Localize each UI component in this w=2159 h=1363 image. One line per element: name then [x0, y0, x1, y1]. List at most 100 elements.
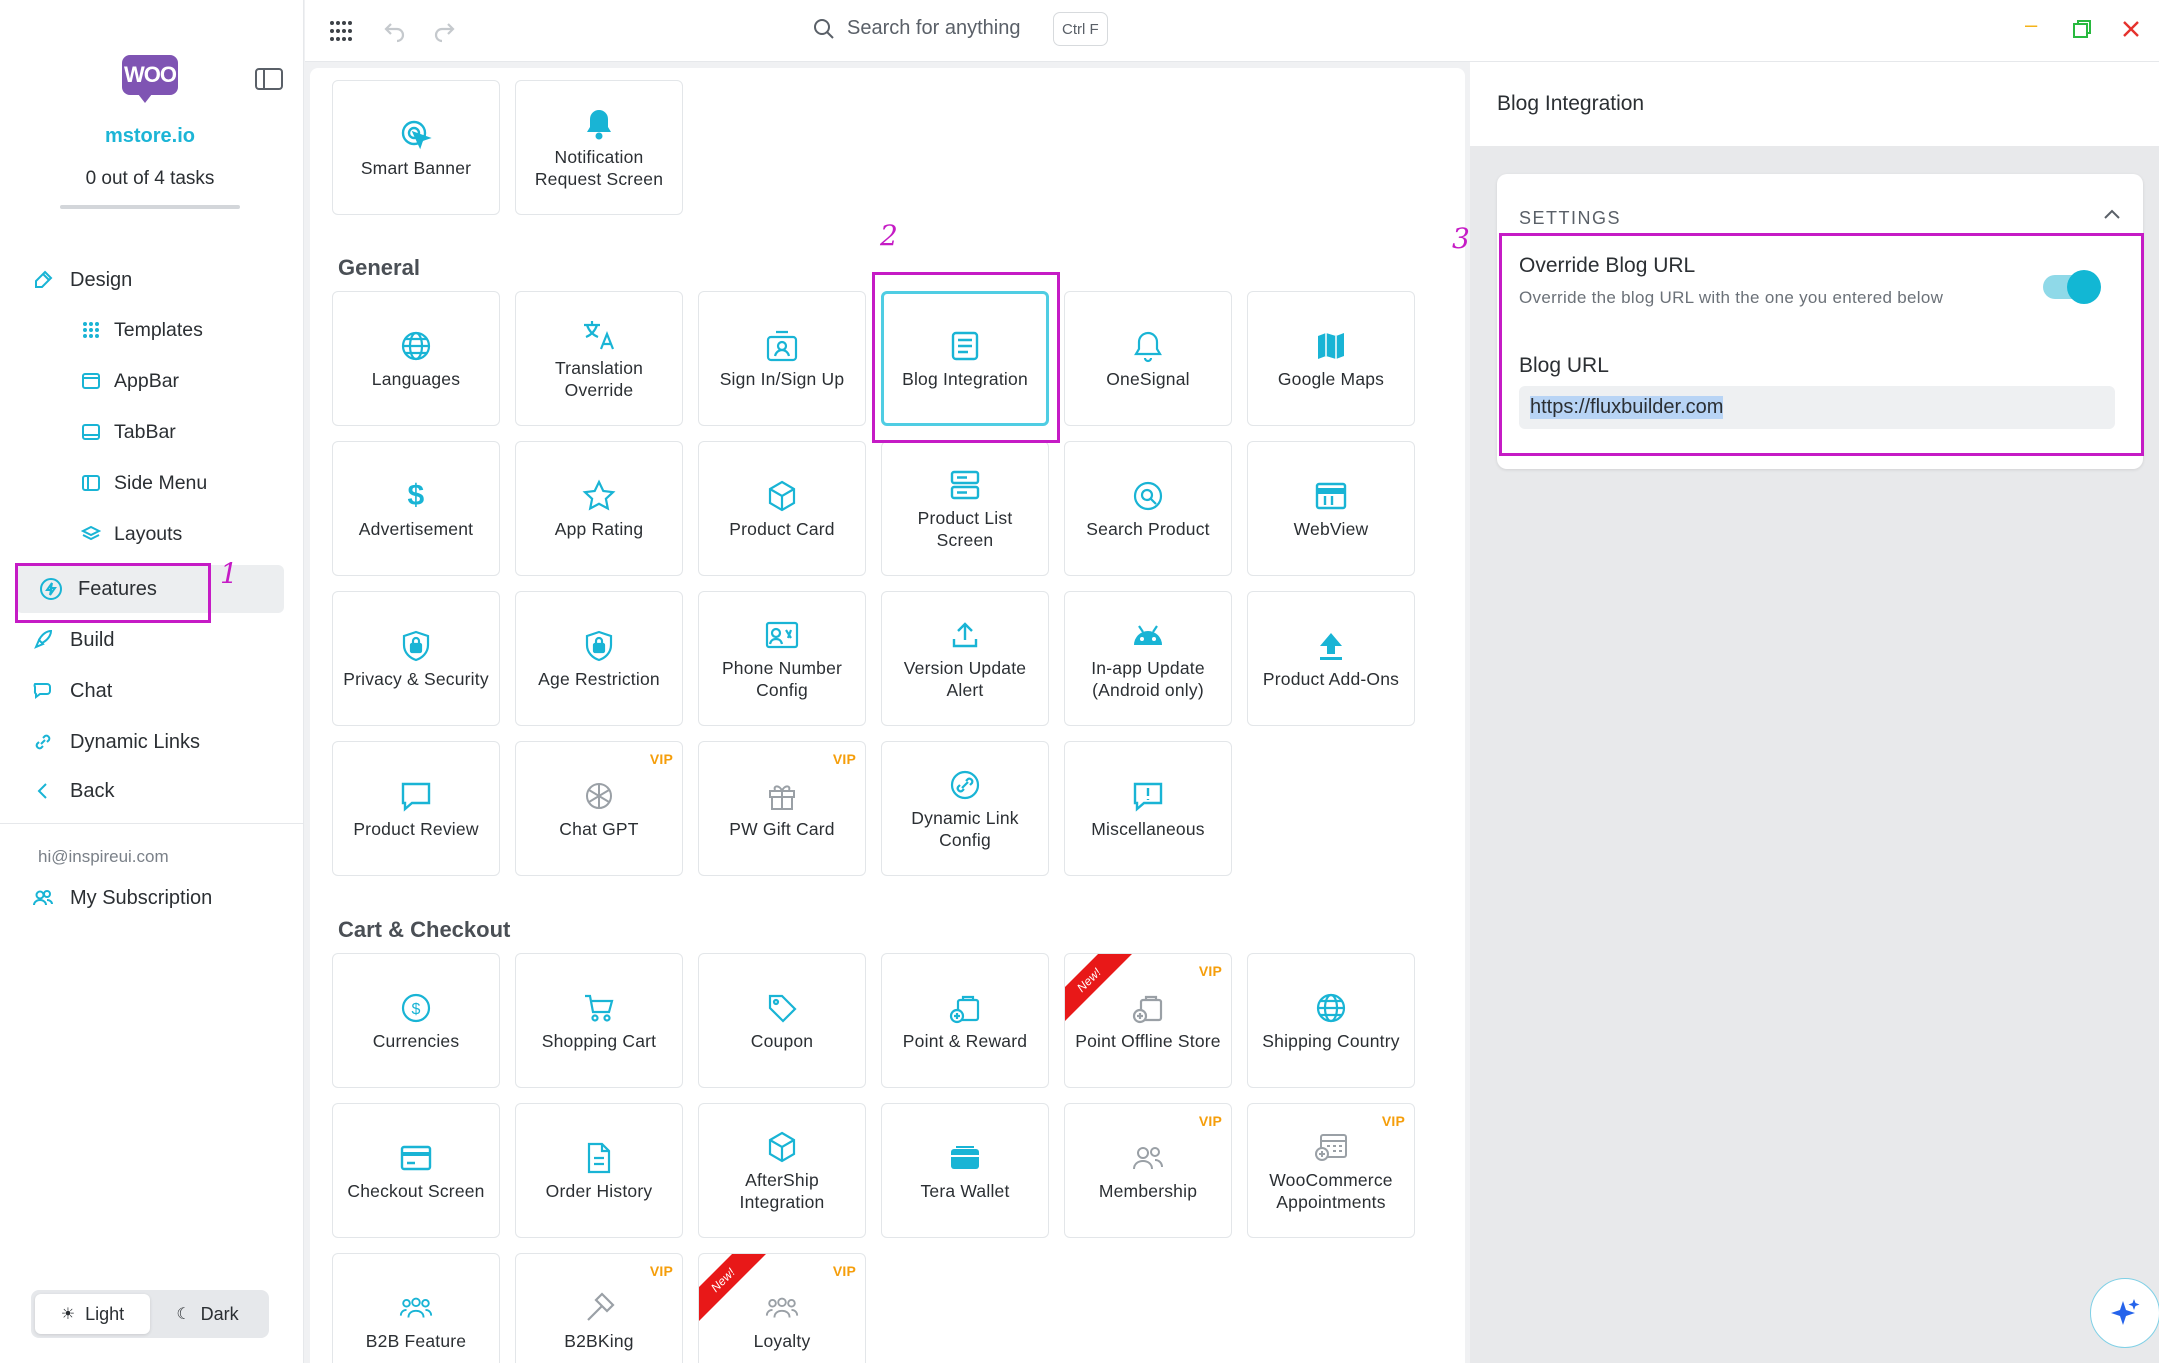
- feature-card-label: Privacy & Security: [343, 668, 489, 689]
- nav-appbar[interactable]: AppBar: [80, 361, 179, 401]
- feature-card-google-maps[interactable]: Google Maps: [1247, 291, 1415, 426]
- list-icon: [947, 467, 983, 503]
- map-icon: [1313, 328, 1349, 364]
- bag-plus-icon: [947, 990, 983, 1026]
- globe-icon: [1313, 990, 1349, 1026]
- theme-light-option[interactable]: ☀ Light: [35, 1294, 150, 1334]
- feature-card-privacy[interactable]: Privacy & Security: [332, 591, 500, 726]
- feature-card-inapp-update[interactable]: In-app Update (Android only): [1064, 591, 1232, 726]
- feature-card-loyalty[interactable]: New! VIP Loyalty: [698, 1253, 866, 1363]
- nav-design[interactable]: Design: [30, 260, 132, 300]
- feature-card-advertisement[interactable]: $ Advertisement: [332, 441, 500, 576]
- feature-card-version-update[interactable]: Version Update Alert: [881, 591, 1049, 726]
- toggle-knob: [2067, 270, 2101, 304]
- feature-card-label: WooCommerce Appointments: [1269, 1169, 1393, 1212]
- ai-assistant-button[interactable]: [2090, 1278, 2159, 1348]
- feature-card-webview[interactable]: WebView: [1247, 441, 1415, 576]
- feature-card-product-list[interactable]: Product List Screen: [881, 441, 1049, 576]
- feature-card-tera-wallet[interactable]: Tera Wallet: [881, 1103, 1049, 1238]
- feature-card-pw-gift[interactable]: VIP PW Gift Card: [698, 741, 866, 876]
- feature-card-shopping-cart[interactable]: Shopping Cart: [515, 953, 683, 1088]
- feature-card-label: Tera Wallet: [920, 1180, 1010, 1201]
- nav-side-menu[interactable]: Side Menu: [80, 463, 207, 503]
- feature-card-b2bking[interactable]: VIP B2BKing: [515, 1253, 683, 1363]
- nav-back[interactable]: Back: [30, 771, 114, 811]
- feature-card-label: Product List Screen: [917, 507, 1013, 550]
- override-blog-url-description: Override the blog URL with the one you e…: [1519, 288, 1944, 307]
- apps-grid-icon[interactable]: [329, 20, 353, 42]
- close-icon[interactable]: [2121, 19, 2141, 39]
- tasks-status: 0 out of 4 tasks: [85, 168, 215, 189]
- document-icon: [581, 1140, 617, 1176]
- feature-card-smart-banner[interactable]: Smart Banner: [332, 80, 500, 215]
- annotation-number-3: 3: [1452, 222, 1470, 255]
- nav-templates[interactable]: Templates: [80, 310, 203, 350]
- feature-card-app-rating[interactable]: App Rating: [515, 441, 683, 576]
- feature-card-currencies[interactable]: $ Currencies: [332, 953, 500, 1088]
- nav-layouts[interactable]: Layouts: [80, 514, 182, 554]
- nav-tabbar[interactable]: TabBar: [80, 412, 176, 452]
- feature-card-chat-gpt[interactable]: VIP Chat GPT: [515, 741, 683, 876]
- nav-appbar-label: AppBar: [114, 369, 180, 392]
- feature-card-membership[interactable]: VIP Membership: [1064, 1103, 1232, 1238]
- feature-card-order-history[interactable]: Order History: [515, 1103, 683, 1238]
- feature-card-label: Dynamic Link Config: [911, 807, 1019, 850]
- feature-card-product-addons[interactable]: Product Add-Ons: [1247, 591, 1415, 726]
- theme-dark-option[interactable]: ☾ Dark: [150, 1294, 265, 1334]
- section-title-cart-checkout: Cart & Checkout: [338, 917, 511, 942]
- feature-card-coupon[interactable]: Coupon: [698, 953, 866, 1088]
- feature-card-onesignal[interactable]: OneSignal: [1064, 291, 1232, 426]
- nav-my-subscription[interactable]: My Subscription: [30, 878, 212, 918]
- feature-card-search-product[interactable]: Search Product: [1064, 441, 1232, 576]
- maximize-icon[interactable]: [2072, 19, 2092, 39]
- search-box[interactable]: Search for anything: [813, 17, 1020, 40]
- nav-features[interactable]: Features: [16, 565, 284, 613]
- users-icon: [30, 885, 56, 911]
- chevron-up-icon[interactable]: [2103, 208, 2121, 220]
- properties-panel: Blog Integration SETTINGS Override Blog …: [1470, 62, 2159, 1363]
- feature-card-label: Order History: [545, 1180, 653, 1201]
- feature-card-shipping-country[interactable]: Shipping Country: [1247, 953, 1415, 1088]
- feature-card-misc[interactable]: Miscellaneous: [1064, 741, 1232, 876]
- feature-card-phone-number[interactable]: Phone Number Config: [698, 591, 866, 726]
- user-badge-icon: [764, 328, 800, 364]
- feature-card-languages[interactable]: Languages: [332, 291, 500, 426]
- feature-card-product-card[interactable]: Product Card: [698, 441, 866, 576]
- feature-card-checkout[interactable]: Checkout Screen: [332, 1103, 500, 1238]
- feature-card-point-reward[interactable]: Point & Reward: [881, 953, 1049, 1088]
- sidebar-divider: [0, 823, 303, 824]
- minimize-icon[interactable]: –: [2025, 12, 2037, 38]
- feature-card-label: Languages: [371, 368, 461, 389]
- nav-dynamic-links[interactable]: Dynamic Links: [30, 722, 200, 762]
- feature-card-label: Version Update Alert: [903, 657, 1027, 700]
- vip-badge: VIP: [649, 1263, 673, 1279]
- feature-card-woo-appointments[interactable]: VIP WooCommerce Appointments: [1247, 1103, 1415, 1238]
- blog-url-input[interactable]: https://fluxbuilder.com: [1519, 386, 2115, 429]
- feature-card-b2b-feature[interactable]: B2B Feature: [332, 1253, 500, 1363]
- sidebar-toggle-icon[interactable]: [255, 68, 283, 90]
- site-name[interactable]: mstore.io: [0, 125, 300, 148]
- feature-card-translation-override[interactable]: Translation Override: [515, 291, 683, 426]
- feature-card-sign-in[interactable]: Sign In/Sign Up: [698, 291, 866, 426]
- side-menu-icon: [80, 472, 102, 494]
- redo-icon[interactable]: [431, 17, 457, 43]
- nav-chat[interactable]: Chat: [30, 671, 112, 711]
- feature-card-notification-request[interactable]: Notification Request Screen: [515, 80, 683, 215]
- feature-card-dynamic-link-config[interactable]: Dynamic Link Config: [881, 741, 1049, 876]
- new-ribbon: New!: [699, 1254, 767, 1324]
- contact-card-icon: [764, 617, 800, 653]
- feature-card-aftership[interactable]: AfterShip Integration: [698, 1103, 866, 1238]
- dollar-icon: $: [407, 478, 425, 512]
- feature-card-point-offline[interactable]: New! VIP Point Offline Store: [1064, 953, 1232, 1088]
- feature-card-label: Product Review: [353, 818, 479, 839]
- undo-icon[interactable]: [382, 17, 408, 43]
- override-blog-url-toggle[interactable]: [2043, 270, 2101, 304]
- section-title-general: General: [338, 255, 420, 280]
- feature-card-product-review[interactable]: Product Review: [332, 741, 500, 876]
- moon-icon: ☾: [176, 1306, 191, 1323]
- annotation-number-2: 2: [880, 219, 898, 252]
- feature-card-blog-integration[interactable]: Blog Integration: [881, 291, 1049, 426]
- nav-build[interactable]: Build: [30, 620, 114, 660]
- feature-card-age-restriction[interactable]: Age Restriction: [515, 591, 683, 726]
- theme-light-label: Light: [85, 1303, 125, 1324]
